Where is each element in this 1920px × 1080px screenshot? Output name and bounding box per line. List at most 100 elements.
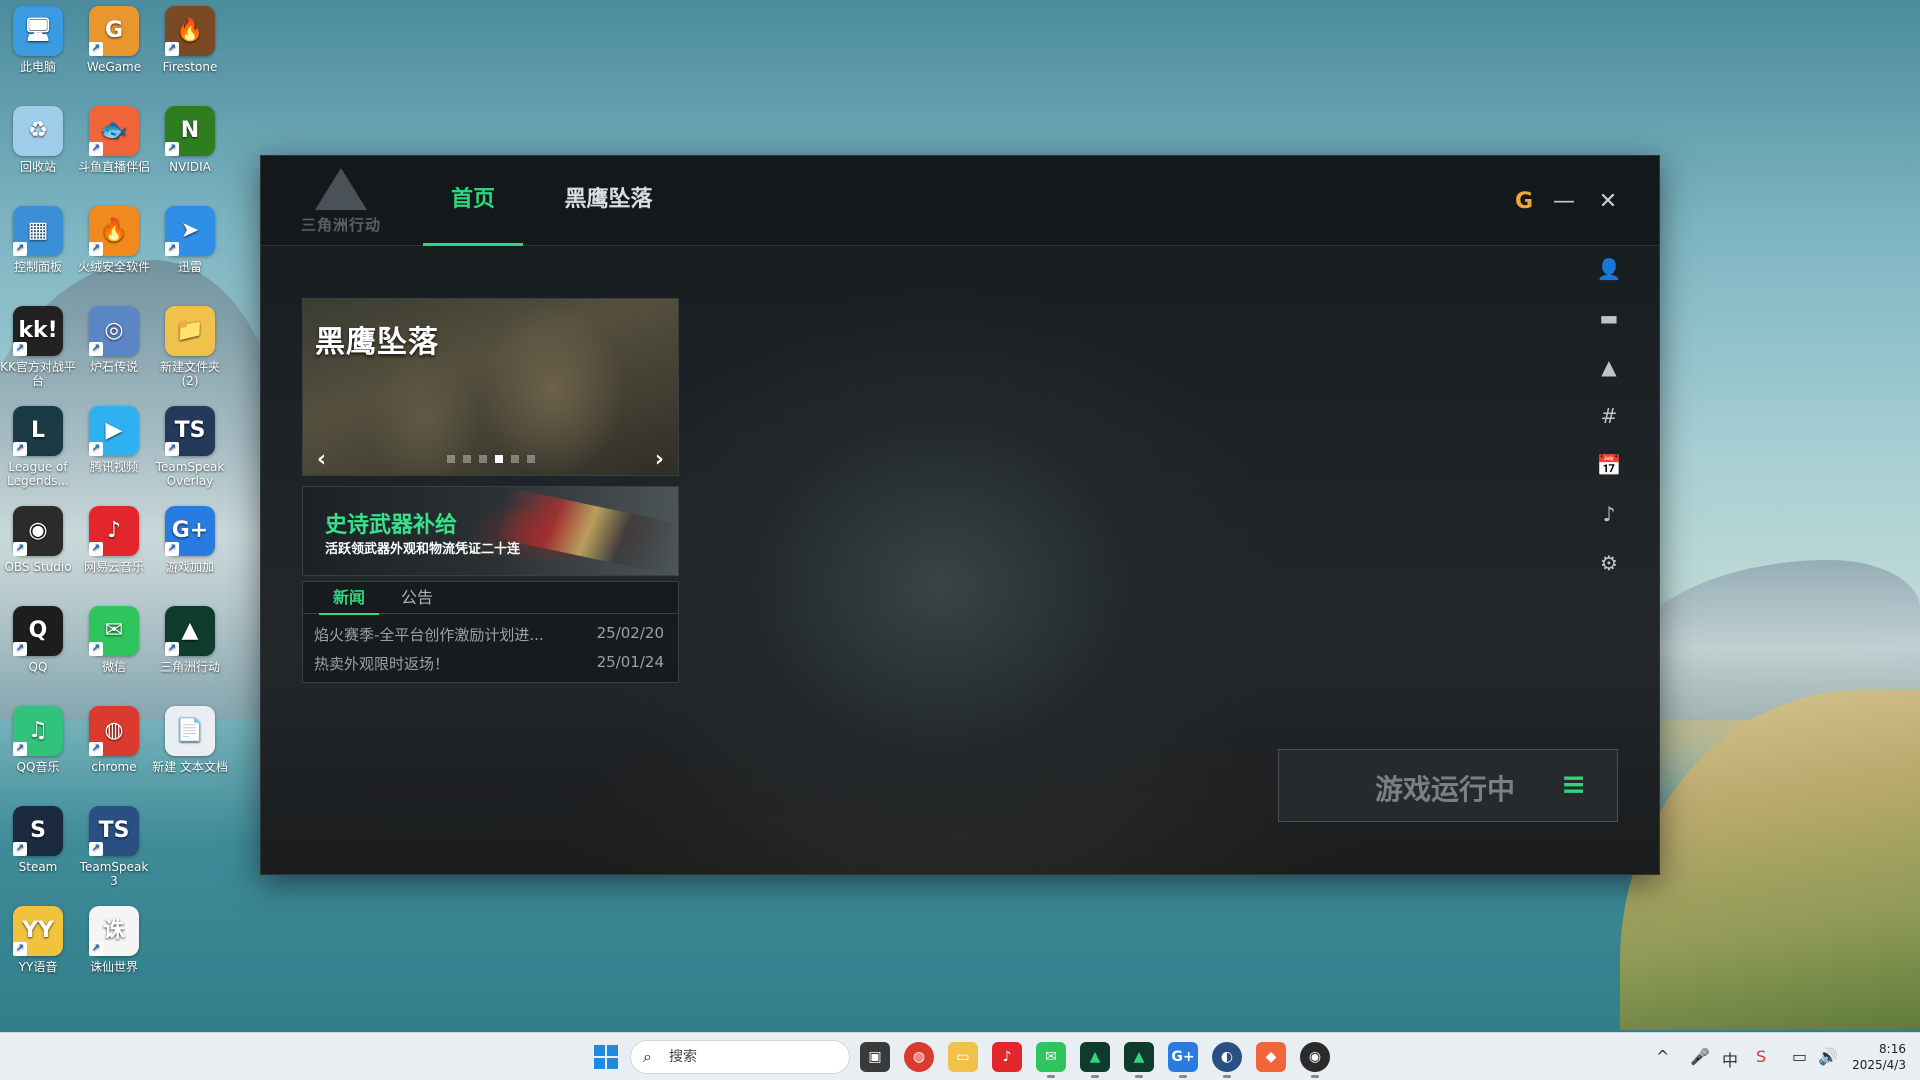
app-icon: 🖥 (13, 6, 63, 56)
douyu-taskbar-icon[interactable]: ◆ (1256, 1042, 1286, 1072)
tiktok-icon[interactable]: ♪ (1591, 496, 1627, 532)
sogou-icon[interactable]: S (1756, 1047, 1766, 1066)
desktop-icon[interactable]: ✉ 微信 (76, 606, 152, 674)
carousel-dot[interactable] (511, 455, 519, 463)
desktop-icon[interactable]: 🔥 火绒安全软件 (76, 206, 152, 274)
delta-force-taskbar-icon[interactable]: ▲ (1080, 1042, 1110, 1078)
file-explorer-icon[interactable]: ▭ (948, 1042, 978, 1072)
right-rail: 👤 ▬ ▲ # 📅 ♪ ⚙ (1591, 251, 1627, 594)
desktop-icon[interactable]: ▶ 腾讯视频 (76, 406, 152, 474)
desktop-icon-label: 微信 (101, 660, 126, 674)
promo-banner[interactable]: 史诗武器补给 活跃领武器外观和物流凭证二十连 (302, 486, 679, 576)
game-status-button[interactable]: 游戏运行中 ≡ (1278, 749, 1618, 822)
delta-force-launcher-window: 三角洲行动 首页 黑鹰坠落 G — ✕ 👤 ▬ ▲ # 📅 ♪ ⚙ 黑鹰坠落 ‹… (260, 155, 1660, 875)
video-icon[interactable]: ▬ (1591, 300, 1627, 336)
desktop-icon[interactable]: ▦ 控制面板 (0, 206, 76, 274)
desktop-icon-label: QQ (28, 660, 48, 674)
carousel-dot[interactable] (463, 455, 471, 463)
tab-news[interactable]: 新闻 (318, 582, 380, 615)
carousel-dot[interactable] (527, 455, 535, 463)
delta-force-game-taskbar-icon[interactable]: ▲ (1124, 1042, 1154, 1078)
desktop-icon-label: 炉石传说 (89, 360, 138, 374)
desktop-icon[interactable]: ◍ chrome (76, 706, 152, 774)
start-button[interactable] (594, 1045, 618, 1069)
app-icon: ▲ (165, 606, 215, 656)
desktop-icon[interactable]: 诛诛仙世界 (76, 906, 152, 974)
network-icon[interactable]: ▭ (1792, 1047, 1807, 1066)
desktop-icon[interactable]: L League of Legends... (0, 406, 76, 488)
task-view-icon[interactable]: ▣ (860, 1042, 890, 1072)
netease-music-taskbar-icon[interactable]: ♪ (992, 1042, 1022, 1072)
news-item-date: 25/02/20 (596, 624, 664, 642)
close-button[interactable]: ✕ (1593, 186, 1623, 216)
carousel-dot[interactable] (479, 455, 487, 463)
carousel-next-button[interactable]: › (655, 447, 664, 472)
tab-home[interactable]: 首页 (423, 156, 523, 246)
desktop-icon-label: 三角洲行动 (159, 660, 220, 674)
chrome-taskbar-icon[interactable]: ◍ (904, 1042, 934, 1072)
volume-icon[interactable]: 🔊 (1818, 1047, 1838, 1066)
microphone-icon[interactable]: 🎤 (1690, 1047, 1710, 1066)
carousel-banner[interactable]: 黑鹰坠落 ‹ › (302, 298, 679, 476)
desktop-icon[interactable]: S Steam (0, 806, 76, 874)
minimize-button[interactable]: — (1549, 186, 1579, 216)
desktop-icon[interactable]: ♫ QQ音乐 (0, 706, 76, 774)
tray-overflow-icon[interactable]: ^ (1656, 1047, 1669, 1066)
tab-black-hawk-down[interactable]: 黑鹰坠落 (551, 156, 666, 246)
banner-title: 黑鹰坠落 (315, 325, 439, 360)
clock[interactable]: 8:16 2025/4/3 (1852, 1041, 1906, 1073)
bilibili-icon[interactable]: 📅 (1591, 447, 1627, 483)
app-icon: TS (89, 806, 139, 856)
app-icon: ♻ (13, 106, 63, 156)
community-icon[interactable]: ⚙ (1591, 545, 1627, 581)
desktop-icon[interactable]: ♻ 回收站 (0, 106, 76, 174)
desktop-icon[interactable]: G+ 游戏加加 (152, 506, 228, 574)
promo-title: 史诗武器补给 (325, 513, 458, 538)
desktop-icon[interactable]: TS TeamSpeak 3 (76, 806, 152, 888)
delta-icon[interactable]: ▲ (1591, 349, 1627, 385)
wechat-taskbar-icon[interactable]: ✉ (1036, 1042, 1066, 1078)
desktop-icon-label: 腾讯视频 (89, 460, 138, 474)
desktop-icon[interactable]: G WeGame (76, 6, 152, 74)
game-plus-taskbar-icon[interactable]: G+ (1168, 1042, 1198, 1078)
desktop-icon[interactable]: 🖥 此电脑 (0, 6, 76, 74)
tab-announcements[interactable]: 公告 (401, 582, 433, 614)
desktop-icon[interactable]: TS TeamSpeak Overlay (152, 406, 228, 488)
desktop-icon-label: League of Legends... (7, 460, 69, 488)
desktop-icon[interactable]: N NVIDIA (152, 106, 228, 174)
obs-taskbar-icon[interactable]: ◉ (1300, 1042, 1330, 1078)
app-icon: G (89, 6, 139, 56)
app-icon: ♪ (89, 506, 139, 556)
carousel-dot[interactable] (495, 455, 503, 463)
input-method-icon[interactable]: 中 (1722, 1047, 1738, 1071)
carousel-prev-button[interactable]: ‹ (317, 447, 326, 472)
news-item[interactable]: 焰火赛季-全平台创作激励计划进... 25/02/20 (314, 624, 664, 644)
carousel-dot[interactable] (447, 455, 455, 463)
wegame-icon[interactable]: G (1509, 186, 1539, 216)
desktop-icon[interactable]: ◉ OBS Studio (0, 506, 76, 574)
taskbar-search[interactable]: ⌕ 搜索 (630, 1040, 850, 1074)
desktop-icon[interactable]: ▲ 三角洲行动 (152, 606, 228, 674)
desktop-icon[interactable]: 🐟 斗鱼直播伴侣 (76, 106, 152, 174)
desktop-icon[interactable]: kk! KK官方对战平台 (0, 306, 76, 388)
hashtag-icon[interactable]: # (1591, 398, 1627, 434)
app-logo: 三角洲行动 (291, 168, 391, 238)
teamspeak-taskbar-icon[interactable]: ◐ (1212, 1042, 1242, 1078)
menu-icon[interactable]: ≡ (1561, 770, 1589, 800)
taskbar: ⌕ 搜索 ▣ ◍ ▭ ♪ ✉ ▲ ▲ G+ ◐ ◆ ◉ ^ 🎤 中 S ▭ 🔊 … (0, 1032, 1920, 1080)
desktop-icon[interactable]: ➤ 迅雷 (152, 206, 228, 274)
clock-date: 2025/4/3 (1852, 1058, 1906, 1072)
desktop-icon[interactable]: 📄 新建 文本文档 (152, 706, 228, 774)
desktop-icon[interactable]: 🔥 Firestone (152, 6, 228, 74)
news-item[interactable]: 热卖外观限时返场！ 25/01/24 (314, 653, 664, 673)
app-icon: Q (13, 606, 63, 656)
app-icon: ▦ (13, 206, 63, 256)
desktop-icon[interactable]: QQQ (0, 606, 76, 674)
desktop-icon[interactable]: ♪ 网易云音乐 (76, 506, 152, 574)
news-item-title: 热卖外观限时返场！ (314, 655, 450, 673)
desktop-icon[interactable]: ◎ 炉石传说 (76, 306, 152, 374)
desktop-icon[interactable]: 📁 新建文件夹 (2) (152, 306, 228, 388)
desktop-icon[interactable]: YY YY语音 (0, 906, 76, 974)
desktop-icon-label: 新建 文本文档 (152, 760, 228, 774)
profile-icon[interactable]: 👤 (1591, 251, 1627, 287)
